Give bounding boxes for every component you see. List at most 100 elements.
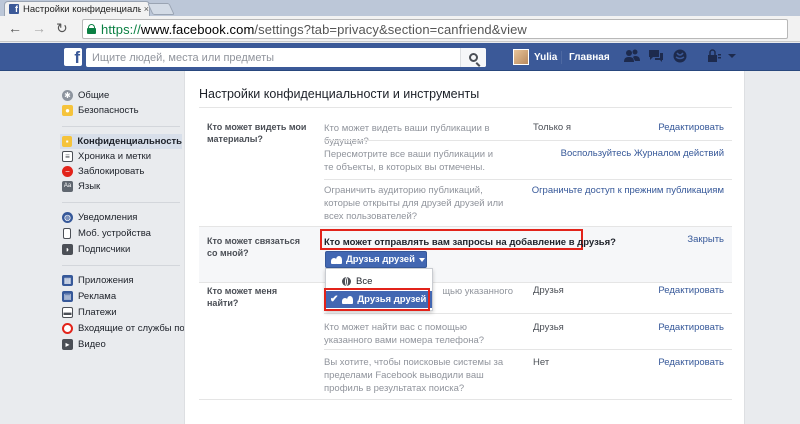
setting-question: Ограничить аудиторию публикаций, которые… [324, 185, 504, 222]
sidebar-divider [62, 265, 180, 266]
audience-dropdown-button[interactable]: Друзья друзей [325, 251, 427, 268]
menu-caret-icon[interactable] [724, 49, 740, 65]
friend-requests-question: Кто может отправлять вам запросы на доба… [324, 237, 616, 248]
search-placeholder: Ищите людей, места или предметы [92, 51, 275, 64]
page-title: Настройки конфиденциальности и инструмен… [199, 87, 480, 101]
row-divider [324, 349, 732, 350]
facebook-logo[interactable]: f [64, 48, 82, 66]
setting-question: Кто может найти вас с помощью указанного [443, 286, 513, 297]
apps-icon: ▦ [62, 275, 73, 286]
chevron-down-icon [418, 257, 425, 262]
timeline-icon: ≡ [62, 151, 73, 162]
edit-link[interactable]: Редактировать [658, 122, 724, 133]
profile-link[interactable]: Yulia [513, 49, 557, 65]
search-input[interactable]: Ищите людей, места или предметы [86, 48, 486, 67]
facebook-favicon-icon: f [9, 4, 19, 14]
section-heading-who-can-see: Кто может видеть мои материалы? [207, 122, 307, 144]
sidebar-item-label: Конфиденциальность [77, 136, 182, 147]
search-icon [469, 53, 478, 62]
edit-link[interactable]: Редактировать [658, 322, 724, 333]
privacy-shortcuts-icon[interactable] [706, 49, 722, 65]
sidebar-item-label: Подписчики [78, 244, 131, 255]
sidebar-item-ads[interactable]: ▤ Реклама [62, 289, 116, 304]
avatar [513, 49, 529, 65]
sidebar-item-security[interactable]: ● Безопасность [62, 103, 139, 118]
sidebar-item-label: Видео [78, 339, 106, 350]
facebook-topbar: f Ищите людей, места или предметы Yulia … [0, 43, 800, 71]
row-divider [324, 140, 732, 141]
new-tab-button[interactable] [147, 3, 175, 15]
setting-value: Друзья [533, 285, 564, 296]
address-bar[interactable]: https://www.facebook.com/settings?tab=pr… [82, 19, 788, 39]
sidebar-item-mobile[interactable]: Моб. устройства [62, 226, 151, 241]
forward-icon[interactable]: → [32, 21, 46, 35]
sidebar-item-video[interactable]: ▸ Видео [62, 337, 106, 352]
language-icon: Aa [62, 181, 73, 192]
video-icon: ▸ [62, 339, 73, 350]
notifications-icon[interactable] [672, 49, 688, 65]
sidebar-item-label: Заблокировать [78, 166, 145, 177]
home-link[interactable]: Главная [569, 52, 610, 63]
sidebar-divider [62, 202, 180, 203]
limit-past-posts-link[interactable]: Ограничьте доступ к прежним публикациям [532, 185, 724, 196]
sidebar-item-label: Моб. устройства [78, 228, 151, 239]
settings-sidebar: ✱ Общие ● Безопасность ▪ Конфиденциально… [0, 71, 193, 424]
globe-icon: ◍ [62, 212, 73, 223]
support-inbox-icon [62, 323, 73, 334]
browser-tab[interactable]: f Настройки конфиденциальности × [4, 1, 150, 16]
highlight-box [324, 288, 430, 311]
sidebar-item-label: Язык [78, 181, 101, 192]
reload-icon[interactable]: ↻ [56, 21, 68, 35]
setting-question: Вы хотите, чтобы поисковые системы за пр… [324, 357, 504, 394]
setting-question: Кто может видеть ваши публикации в будущ… [324, 123, 490, 147]
row-divider [324, 179, 732, 180]
sidebar-item-apps[interactable]: ▦ Приложения [62, 273, 134, 288]
section-heading-who-can-contact: Кто может связаться со мной? [207, 236, 300, 258]
sidebar-item-notifications[interactable]: ◍ Уведомления [62, 210, 137, 225]
setting-question: Пересмотрите все ваши публикации и те об… [324, 149, 494, 173]
dropdown-selected-label: Друзья друзей [346, 254, 415, 265]
activity-log-link[interactable]: Воспользуйтесь Журналом действий [561, 148, 724, 159]
tab-title: Настройки конфиденциальности [22, 3, 141, 15]
setting-value: Друзья [533, 322, 564, 333]
sidebar-item-support-inbox[interactable]: Входящие от службы по... [62, 321, 193, 336]
edit-link[interactable]: Редактировать [658, 285, 724, 296]
sidebar-item-language[interactable]: Aa Язык [62, 179, 100, 194]
sidebar-item-label: Уведомления [78, 212, 138, 223]
title-divider [199, 107, 732, 108]
setting-question: Кто может найти вас с помощью указанного… [324, 322, 485, 346]
lock-icon [87, 24, 96, 34]
sidebar-item-timeline[interactable]: ≡ Хроника и метки [62, 149, 151, 164]
sidebar-item-label: Приложения [78, 275, 134, 286]
edit-link[interactable]: Редактировать [658, 357, 724, 368]
sidebar-item-privacy[interactable]: ▪ Конфиденциальность [60, 134, 182, 149]
privacy-settings-panel: Настройки конфиденциальности и инструмен… [184, 71, 745, 424]
sidebar-item-blocking[interactable]: − Заблокировать [62, 164, 144, 179]
messages-icon[interactable] [648, 49, 664, 65]
sidebar-item-label: Хроника и метки [78, 151, 152, 162]
sidebar-divider [62, 126, 180, 127]
search-button[interactable] [460, 48, 486, 67]
browser-toolbar: ← → ↻ https://www.facebook.com/settings?… [0, 16, 800, 42]
mobile-icon [63, 228, 71, 239]
sidebar-item-followers[interactable]: ◗ Подписчики [62, 242, 130, 257]
sidebar-item-label: Общие [78, 90, 110, 101]
block-icon: − [62, 166, 73, 177]
close-link[interactable]: Закрыть [687, 234, 724, 245]
sidebar-item-payments[interactable]: ▬ Платежи [62, 305, 117, 320]
friend-requests-icon[interactable] [624, 49, 640, 65]
sidebar-item-label: Реклама [78, 291, 117, 302]
section-divider [199, 282, 732, 283]
badge-icon: ● [62, 105, 73, 116]
row-divider [324, 313, 732, 314]
user-name: Yulia [534, 51, 558, 63]
sidebar-item-general[interactable]: ✱ Общие [62, 88, 109, 103]
friends-icon [331, 255, 342, 264]
sidebar-item-label: Безопасность [78, 105, 139, 116]
sidebar-item-label: Входящие от службы по... [78, 323, 193, 334]
ads-icon: ▤ [62, 291, 73, 302]
setting-value: Нет [533, 357, 550, 368]
back-icon[interactable]: ← [8, 21, 22, 35]
dropdown-option-label: Все [356, 276, 373, 287]
section-heading-who-can-find: Кто может меня найти? [207, 286, 278, 308]
